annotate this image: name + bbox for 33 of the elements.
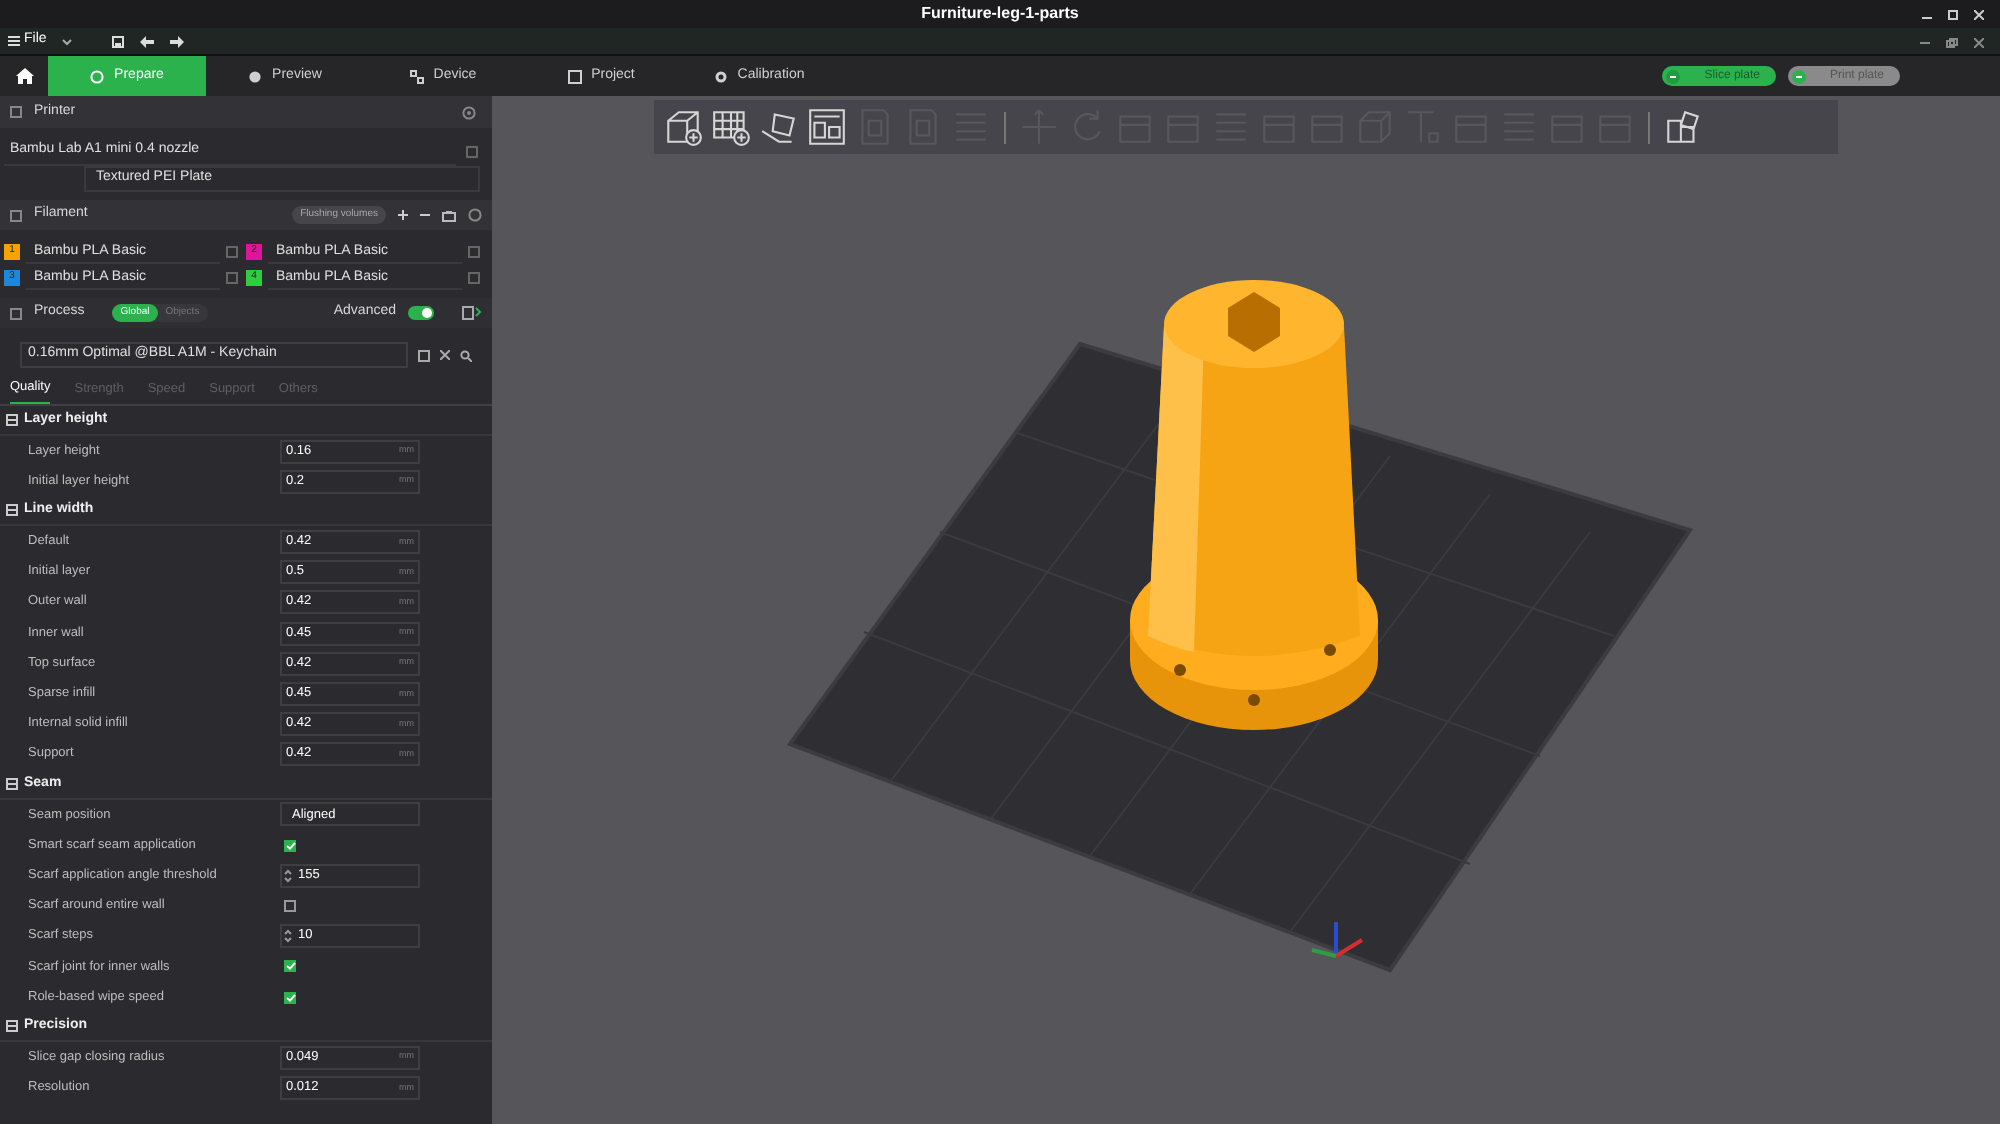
tab-icon (567, 69, 582, 83)
advanced-toggle[interactable] (408, 306, 434, 320)
close-icon[interactable] (440, 350, 450, 360)
3d-viewport[interactable] (492, 96, 2000, 1124)
menu-icon (8, 36, 20, 46)
search-icon[interactable] (460, 349, 472, 361)
close-icon[interactable] (1974, 37, 1984, 47)
close-icon[interactable] (1974, 9, 1984, 19)
compare-icon[interactable] (462, 306, 482, 320)
stepper-arrows-icon[interactable] (284, 928, 292, 945)
section-icon (6, 777, 18, 790)
undo-icon[interactable] (140, 35, 155, 47)
checkbox[interactable] (284, 900, 296, 913)
puzzle-icon[interactable] (1662, 106, 1704, 148)
redo-icon[interactable] (170, 35, 185, 47)
section-icon (6, 504, 18, 517)
section-icon (6, 414, 18, 426)
tab-icon (90, 69, 105, 83)
chevron-down-icon[interactable] (62, 37, 73, 45)
home-icon (15, 68, 33, 84)
window-title: Furniture-leg-1-parts (921, 2, 1079, 26)
stepper-arrows-icon[interactable] (284, 867, 292, 884)
tab-icon (713, 69, 728, 83)
minus-icon[interactable] (420, 210, 430, 220)
tab-icon (248, 69, 263, 83)
maximize-icon[interactable] (1948, 9, 1958, 19)
cube-plus-icon[interactable] (662, 106, 704, 148)
grid-plus-icon[interactable] (710, 106, 752, 148)
section-icon (6, 1020, 18, 1033)
tab-icon (409, 69, 424, 83)
plus-icon[interactable] (398, 210, 408, 220)
restore-icon[interactable] (1946, 37, 1958, 47)
layout-icon[interactable] (806, 106, 848, 148)
